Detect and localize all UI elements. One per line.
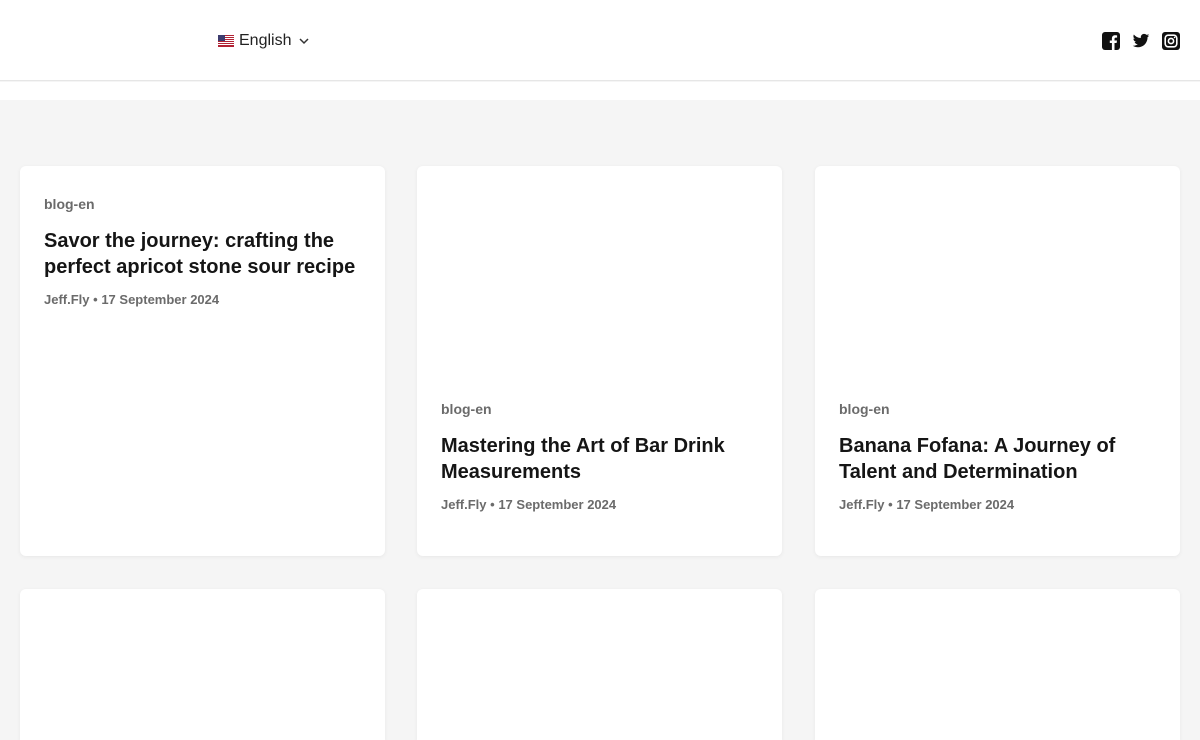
post-card-partial[interactable] [815, 589, 1180, 740]
language-selector[interactable]: English [218, 30, 310, 52]
post-date: 17 September 2024 [101, 292, 220, 307]
post-author[interactable]: Jeff.Fly [44, 292, 90, 307]
post-title[interactable]: Mastering the Art of Bar Drink Measureme… [441, 433, 758, 485]
post-author[interactable]: Jeff.Fly [441, 497, 487, 512]
post-meta: Jeff.Fly • 17 September 2024 [441, 497, 758, 512]
post-author[interactable]: Jeff.Fly [839, 497, 885, 512]
language-label: English [239, 32, 292, 49]
post-card[interactable]: blog-en Mastering the Art of Bar Drink M… [417, 166, 782, 556]
post-category[interactable]: blog-en [441, 401, 758, 417]
social-links [1102, 32, 1180, 50]
post-meta: Jeff.Fly • 17 September 2024 [44, 292, 361, 307]
post-card-partial[interactable] [20, 589, 385, 740]
chevron-down-icon [299, 38, 310, 45]
meta-separator: • [490, 497, 495, 512]
post-meta: Jeff.Fly • 17 September 2024 [839, 497, 1156, 512]
instagram-icon[interactable] [1162, 32, 1180, 50]
meta-separator: • [93, 292, 98, 307]
meta-separator: • [888, 497, 893, 512]
post-title[interactable]: Banana Fofana: A Journey of Talent and D… [839, 433, 1156, 485]
post-date: 17 September 2024 [896, 497, 1015, 512]
post-date: 17 September 2024 [498, 497, 617, 512]
facebook-icon[interactable] [1102, 32, 1120, 50]
twitter-icon[interactable] [1132, 32, 1150, 50]
post-card[interactable]: blog-en Savor the journey: crafting the … [20, 166, 385, 556]
post-card-partial[interactable] [417, 589, 782, 740]
post-card[interactable]: blog-en Banana Fofana: A Journey of Tale… [815, 166, 1180, 556]
post-category[interactable]: blog-en [44, 196, 361, 212]
header-spacer [0, 82, 1200, 100]
post-title[interactable]: Savor the journey: crafting the perfect … [44, 228, 361, 280]
us-flag-icon [218, 35, 234, 47]
post-category[interactable]: blog-en [839, 401, 1156, 417]
site-header: English [0, 0, 1200, 81]
